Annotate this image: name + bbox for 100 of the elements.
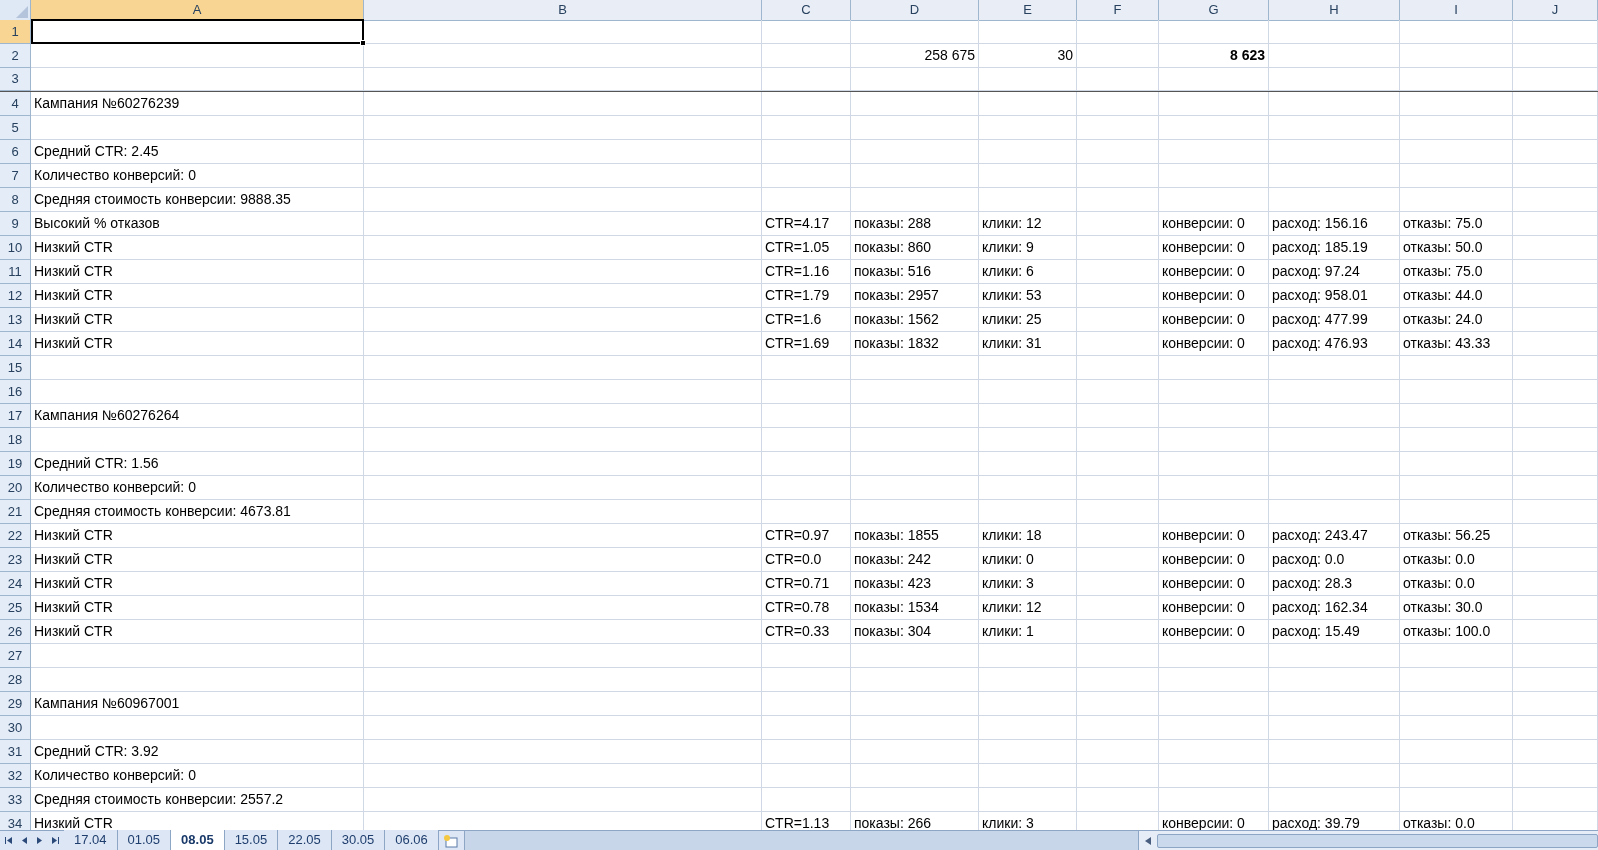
next-sheet-icon[interactable] [35,836,44,845]
previous-sheet-icon[interactable] [20,836,29,845]
column-header[interactable]: E [979,0,1077,21]
row-header[interactable]: 33 [0,788,31,812]
table-cell: отказы: 0.0 [1400,548,1513,572]
row-header[interactable]: 16 [0,380,31,404]
table-cell: 30 [979,44,1077,68]
row-header[interactable]: 21 [0,500,31,524]
row-header[interactable]: 10 [0,236,31,260]
table-cell: расход: 243.47 [1269,524,1400,548]
table-cell: Низкий CTR [31,284,364,308]
row-header[interactable]: 27 [0,644,31,668]
table-cell: показы: 1534 [851,596,979,620]
table-cell: расход: 0.0 [1269,548,1400,572]
column-header[interactable]: H [1269,0,1400,21]
table-cell: CTR=1.05 [762,236,851,260]
table-cell: расход: 162.34 [1269,596,1400,620]
table-cell: клики: 1 [979,620,1077,644]
row-header[interactable]: 9 [0,212,31,236]
row-header[interactable]: 22 [0,524,31,548]
scroll-thumb[interactable] [1157,833,1598,848]
table-cell: Низкий CTR [31,524,364,548]
sheet-tab[interactable]: 06.06 [385,830,439,850]
horizontal-scrollbar[interactable] [1138,831,1598,850]
row-header[interactable]: 2 [0,44,31,68]
table-cell: отказы: 50.0 [1400,236,1513,260]
sheet-tab[interactable]: 17.04 [64,830,118,850]
first-sheet-icon[interactable] [5,836,14,845]
active-cell[interactable] [31,19,364,44]
row-header[interactable]: 17 [0,404,31,428]
row-header[interactable]: 14 [0,332,31,356]
table-cell: расход: 28.3 [1269,572,1400,596]
column-header[interactable]: I [1400,0,1513,21]
table-cell: Количество конверсий: 0 [31,476,364,500]
column-header[interactable]: A [31,0,364,21]
row-header[interactable]: 18 [0,428,31,452]
sheet-tab[interactable]: 08.05 [171,830,225,850]
row-header[interactable]: 30 [0,716,31,740]
column-header[interactable]: D [851,0,979,21]
table-cell: Низкий CTR [31,332,364,356]
column-header[interactable]: F [1077,0,1159,21]
table-cell: Низкий CTR [31,260,364,284]
row-header[interactable]: 7 [0,164,31,188]
row-header[interactable]: 13 [0,308,31,332]
row-header[interactable]: 15 [0,356,31,380]
row-header[interactable]: 28 [0,668,31,692]
table-cell: конверсии: 0 [1159,284,1269,308]
table-cell: Низкий CTR [31,308,364,332]
row-header[interactable]: 19 [0,452,31,476]
table-cell: расход: 156.16 [1269,212,1400,236]
sheet-tab[interactable]: 15.05 [224,830,279,850]
row-header[interactable]: 25 [0,596,31,620]
table-cell: отказы: 56.25 [1400,524,1513,548]
row-header[interactable]: 6 [0,140,31,164]
table-cell: клики: 12 [979,212,1077,236]
table-cell: CTR=1.79 [762,284,851,308]
row-header[interactable]: 5 [0,116,31,140]
table-cell: конверсии: 0 [1159,620,1269,644]
table-cell: 8 623 [1159,44,1269,68]
row-header[interactable]: 12 [0,284,31,308]
row-header[interactable]: 8 [0,188,31,212]
table-cell: отказы: 75.0 [1400,212,1513,236]
table-cell: расход: 97.24 [1269,260,1400,284]
table-cell: Средняя стоимость конверсии: 4673.81 [31,500,364,524]
sheet-tab[interactable]: 01.05 [117,830,172,850]
table-cell: отказы: 0.0 [1400,572,1513,596]
fill-handle[interactable] [360,40,366,46]
table-cell: показы: 860 [851,236,979,260]
table-cell: показы: 2957 [851,284,979,308]
table-cell: конверсии: 0 [1159,548,1269,572]
row-header[interactable]: 23 [0,548,31,572]
table-cell: клики: 18 [979,524,1077,548]
table-cell: 258 675 [851,44,979,68]
table-cell: Средний CTR: 1.56 [31,452,364,476]
column-header[interactable]: J [1513,0,1598,21]
table-cell: CTR=0.71 [762,572,851,596]
row-header[interactable]: 31 [0,740,31,764]
scroll-left-icon[interactable] [1143,835,1153,846]
column-header[interactable]: C [762,0,851,21]
row-header[interactable]: 26 [0,620,31,644]
column-header[interactable]: G [1159,0,1269,21]
row-header[interactable]: 1 [0,20,31,44]
table-cell: Средний CTR: 3.92 [31,740,364,764]
table-cell: Кампания №60276264 [31,404,364,428]
row-header[interactable]: 11 [0,260,31,284]
last-sheet-icon[interactable] [50,836,59,845]
table-cell: конверсии: 0 [1159,260,1269,284]
row-header[interactable]: 34 [0,812,31,830]
table-cell: конверсии: 0 [1159,236,1269,260]
row-header[interactable]: 29 [0,692,31,716]
table-cell: отказы: 43.33 [1400,332,1513,356]
row-header[interactable]: 3 [0,68,31,91]
column-header[interactable]: B [364,0,762,21]
row-header[interactable]: 4 [0,92,31,116]
row-header[interactable]: 20 [0,476,31,500]
sheet-tab[interactable]: 22.05 [278,830,332,850]
table-cell: CTR=0.0 [762,548,851,572]
sheet-tab[interactable]: 30.05 [331,830,386,850]
row-header[interactable]: 32 [0,764,31,788]
row-header[interactable]: 24 [0,572,31,596]
